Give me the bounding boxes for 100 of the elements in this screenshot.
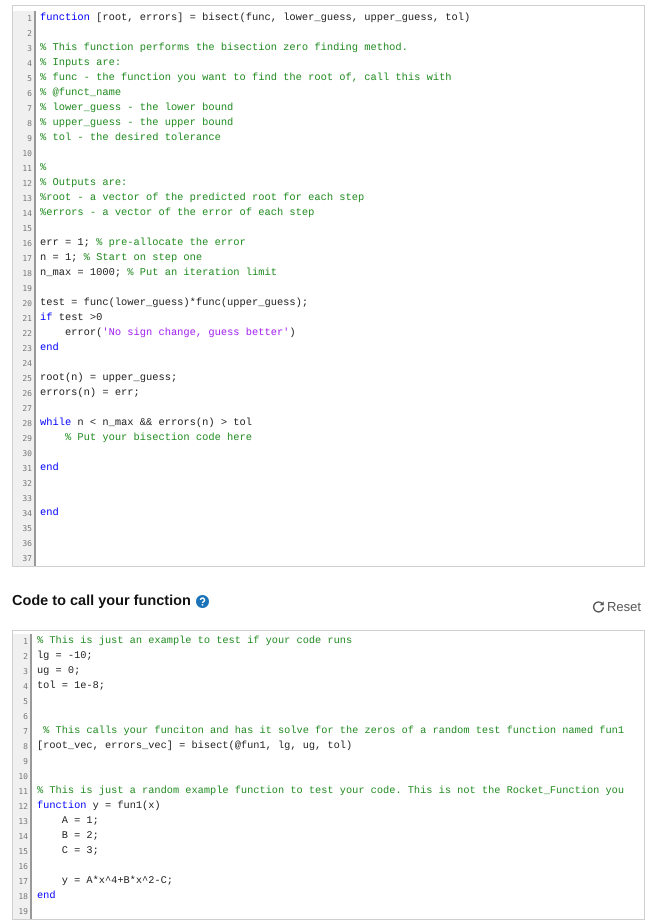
line-number: 14 <box>18 832 28 841</box>
code-line: root(n) = upper_guess; <box>40 372 178 384</box>
refresh-icon <box>592 600 606 613</box>
code-line: function [root, errors] = bisect(func, lower_guess, upper_guess, tol) <box>40 12 470 24</box>
line-number: 19 <box>22 284 32 293</box>
line-number: 8 <box>23 742 28 751</box>
line-number: 10 <box>18 772 28 781</box>
code-line: if test >0 <box>40 312 102 324</box>
line-number: 13 <box>22 194 32 203</box>
code-line: y = A*x^4+B*x^2-C; <box>60 875 173 887</box>
line-number: 33 <box>22 494 32 503</box>
line-number: 3 <box>27 44 32 53</box>
code-line: [root_vec, errors_vec] = bisect(@fun1, lg, ug, tol) <box>37 740 352 752</box>
line-number: 2 <box>27 29 32 38</box>
line-number: 19 <box>18 907 28 916</box>
code-line: test = func(lower_guess)*func(upper_guess); <box>40 297 308 309</box>
code-line: % This calls your funciton and has it solve for the zeros of a random test function named fun1 <box>42 725 624 737</box>
line-number: 21 <box>22 314 32 323</box>
line-number: 12 <box>22 179 32 188</box>
code-line: tol = 1e-8; <box>37 680 105 692</box>
line-number: 29 <box>22 434 32 443</box>
line-number: 32 <box>22 479 32 488</box>
code-line: end <box>37 890 56 902</box>
code-line: % This function performs the bisection zero finding method. <box>40 42 408 54</box>
line-number: 9 <box>23 757 28 766</box>
code-line: % This is just a random example function to test your code. This is not the Rocket_Function you <box>37 785 624 797</box>
code-line: C = 3; <box>60 845 99 857</box>
code-line: err = 1; % pre-allocate the error <box>40 237 246 249</box>
line-number: 5 <box>27 74 32 83</box>
code-line: % func - the function you want to find the root of, call this with <box>40 72 452 84</box>
line-number: 23 <box>22 344 32 353</box>
line-number: 17 <box>18 877 28 886</box>
reset-button[interactable]: Reset <box>592 599 641 614</box>
line-number: 4 <box>23 682 28 691</box>
code-line: end <box>40 507 59 519</box>
code-line: n_max = 1000; % Put an iteration limit <box>40 267 277 279</box>
line-number: 15 <box>18 847 28 856</box>
code-line: %root - a vector of the predicted root for each step <box>40 192 364 204</box>
line-number: 6 <box>23 712 28 721</box>
line-number: 13 <box>18 817 28 826</box>
line-number: 22 <box>22 329 32 338</box>
line-number: 24 <box>22 359 32 368</box>
line-number: 18 <box>22 269 32 278</box>
line-number: 18 <box>18 892 28 901</box>
code-line: B = 2; <box>60 830 99 842</box>
line-number: 10 <box>22 149 32 158</box>
line-number: 34 <box>22 509 32 518</box>
line-number: 1 <box>23 637 28 646</box>
line-number: 9 <box>27 134 32 143</box>
code-line: ug = 0; <box>37 665 80 677</box>
line-number: 25 <box>22 374 32 383</box>
line-number: 15 <box>22 224 32 233</box>
line-number: 11 <box>18 787 28 796</box>
code-editor[interactable] <box>12 630 645 920</box>
line-number: 12 <box>18 802 28 811</box>
help-icon[interactable] <box>196 594 209 608</box>
code-line: % This is just an example to test if your code runs <box>37 635 352 647</box>
code-line: while n < n_max && errors(n) > tol <box>40 417 252 429</box>
code-line: errors(n) = err; <box>40 387 140 399</box>
code-line: % @funct_name <box>40 87 122 99</box>
line-number: 17 <box>22 254 32 263</box>
line-number: 1 <box>27 14 32 23</box>
line-number: 8 <box>27 119 32 128</box>
line-number: 20 <box>22 299 32 308</box>
line-number: 3 <box>23 667 28 676</box>
line-number: 28 <box>22 419 32 428</box>
line-number: 7 <box>23 727 28 736</box>
line-number: 11 <box>22 164 32 173</box>
code-line: A = 1; <box>60 815 99 827</box>
code-line: % <box>40 162 46 174</box>
code-line: error('No sign change, guess better') <box>64 327 296 339</box>
code-line: function y = fun1(x) <box>37 800 161 812</box>
line-number: 26 <box>22 389 32 398</box>
line-number: 6 <box>27 89 32 98</box>
line-number: 36 <box>22 539 32 548</box>
line-number: 7 <box>27 104 32 113</box>
line-number: 2 <box>23 652 28 661</box>
code-editor[interactable] <box>12 5 645 567</box>
code-line: lg = -10; <box>37 650 93 662</box>
line-number: 37 <box>22 554 32 563</box>
code-line: % Inputs are: <box>40 57 122 69</box>
line-number: 4 <box>27 59 32 68</box>
code-line: % tol - the desired tolerance <box>40 132 221 144</box>
code-line: % upper_guess - the upper bound <box>40 117 234 129</box>
line-number: 16 <box>22 239 32 248</box>
code-line: end <box>40 462 59 474</box>
code-line: end <box>40 342 59 354</box>
line-number: 35 <box>22 524 32 533</box>
code-line: % Put your bisection code here <box>64 432 252 444</box>
code-line: %errors - a vector of the error of each step <box>40 207 314 219</box>
line-number: 30 <box>22 449 32 458</box>
code-line: % lower_guess - the lower bound <box>40 102 234 114</box>
line-number: 5 <box>23 697 28 706</box>
code-line: % Outputs are: <box>40 177 128 189</box>
line-number: 14 <box>22 209 32 218</box>
line-number: 27 <box>22 404 32 413</box>
line-number: 31 <box>22 464 32 473</box>
section-title: Code to call your function <box>12 593 191 609</box>
code-line: n = 1; % Start on step one <box>40 252 202 264</box>
line-number: 16 <box>18 862 28 871</box>
